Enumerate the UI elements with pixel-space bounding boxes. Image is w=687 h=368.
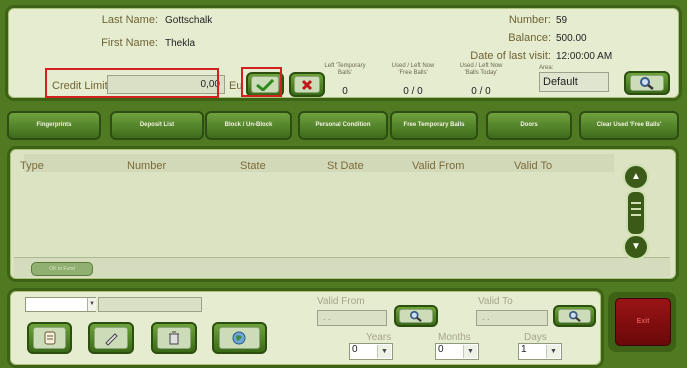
balls-today-label: Used / Left Now 'Balls Today': [459, 63, 503, 76]
free-temporary-balls-button[interactable]: Free Temporary Balls: [390, 111, 478, 140]
delete-button[interactable]: [151, 322, 197, 354]
years-select[interactable]: 0 ▼: [349, 343, 393, 360]
months-value: 0: [438, 344, 444, 355]
exit-button[interactable]: Exit: [615, 298, 671, 346]
first-name-value: Thekla: [165, 38, 196, 49]
edit-button[interactable]: [88, 322, 134, 354]
table-footer-bar: [14, 257, 670, 277]
area-label: Area:: [539, 65, 554, 71]
temporary-balls-left-value: 0: [342, 86, 348, 97]
magnifier-icon: [640, 77, 654, 90]
number-label: Number:: [508, 14, 551, 26]
chevron-down-icon: ▼: [546, 345, 560, 358]
last-visit-label: Date of last visit:: [470, 50, 551, 62]
valid-to-picker-button[interactable]: [553, 305, 596, 327]
print-button[interactable]: [212, 322, 267, 354]
magnifier-icon: [568, 310, 581, 322]
balance-value: 500.00: [556, 33, 587, 44]
magnifier-icon: [410, 310, 422, 322]
last-name-label: Last Name:: [101, 14, 158, 26]
balance-label: Balance:: [508, 32, 551, 44]
type-select-arrow[interactable]: ▼: [87, 298, 96, 311]
days-select[interactable]: 1 ▼: [518, 343, 562, 360]
scroll-up-button[interactable]: ▲: [623, 164, 649, 190]
chevron-down-icon: ▼: [377, 345, 391, 358]
credit-limit-highlight: [45, 68, 219, 98]
days-value: 1: [521, 344, 527, 355]
balls-today-value: 0 / 0: [471, 86, 491, 97]
trash-icon: [169, 331, 179, 345]
column-type[interactable]: Type: [20, 160, 44, 172]
valid-from-label: Valid From: [317, 296, 365, 307]
block-unblock-button[interactable]: Block / Un-Block: [205, 111, 292, 140]
column-st-date[interactable]: St Date: [327, 160, 364, 172]
pencil-icon: [105, 333, 118, 346]
days-label: Days: [524, 332, 547, 343]
column-valid-to[interactable]: Valid To: [514, 160, 552, 172]
cancel-credit-button[interactable]: [289, 72, 325, 97]
months-label: Months: [438, 332, 471, 343]
area-search-button[interactable]: [624, 71, 670, 95]
chevron-down-icon: ▼: [631, 241, 641, 252]
free-balls-used-label: Used / Left Now 'Free Balls': [391, 63, 435, 76]
globe-icon: [232, 331, 246, 345]
new-deposit-button[interactable]: [27, 322, 72, 354]
valid-to-input[interactable]: . .: [476, 310, 548, 326]
doors-button[interactable]: Doors: [486, 111, 572, 140]
last-visit-value: 12:00:00 AM: [556, 51, 613, 62]
fingerprints-button[interactable]: Fingerprints: [7, 111, 101, 140]
number-value: 59: [556, 15, 568, 26]
type-select[interactable]: [25, 297, 96, 312]
years-label: Years: [366, 332, 392, 343]
scroll-thumb[interactable]: [626, 190, 646, 236]
number-input[interactable]: [98, 297, 202, 312]
deposit-list-button[interactable]: Deposit List: [110, 111, 204, 140]
ok-to-fund-button[interactable]: OK to Fund: [31, 262, 93, 276]
confirm-highlight: [241, 67, 282, 97]
months-select[interactable]: 0 ▼: [435, 343, 479, 360]
column-state[interactable]: State: [240, 160, 266, 172]
personal-condition-button[interactable]: Personal Condition: [298, 111, 388, 140]
valid-from-input[interactable]: . .: [317, 310, 387, 326]
column-number[interactable]: Number: [127, 160, 166, 172]
years-value: 0: [352, 344, 358, 355]
last-name-value: Gottschalk: [165, 15, 213, 26]
first-name-label: First Name:: [101, 37, 158, 49]
scroll-icon: [44, 331, 55, 345]
temporary-balls-left-label: Left 'Temporary Balls': [324, 63, 366, 76]
area-select[interactable]: Default: [539, 72, 609, 92]
free-balls-used-value: 0 / 0: [403, 86, 423, 97]
scroll-down-button[interactable]: ▼: [623, 234, 649, 260]
valid-from-picker-button[interactable]: [394, 305, 438, 327]
chevron-up-icon: ▲: [631, 171, 641, 182]
clear-used-free-balls-button[interactable]: Clear Used 'Free Balls': [579, 111, 679, 140]
chevron-down-icon: ▼: [463, 345, 477, 358]
column-valid-from[interactable]: Valid From: [412, 160, 464, 172]
valid-to-label: Valid To: [478, 296, 513, 307]
close-icon: [301, 79, 313, 90]
